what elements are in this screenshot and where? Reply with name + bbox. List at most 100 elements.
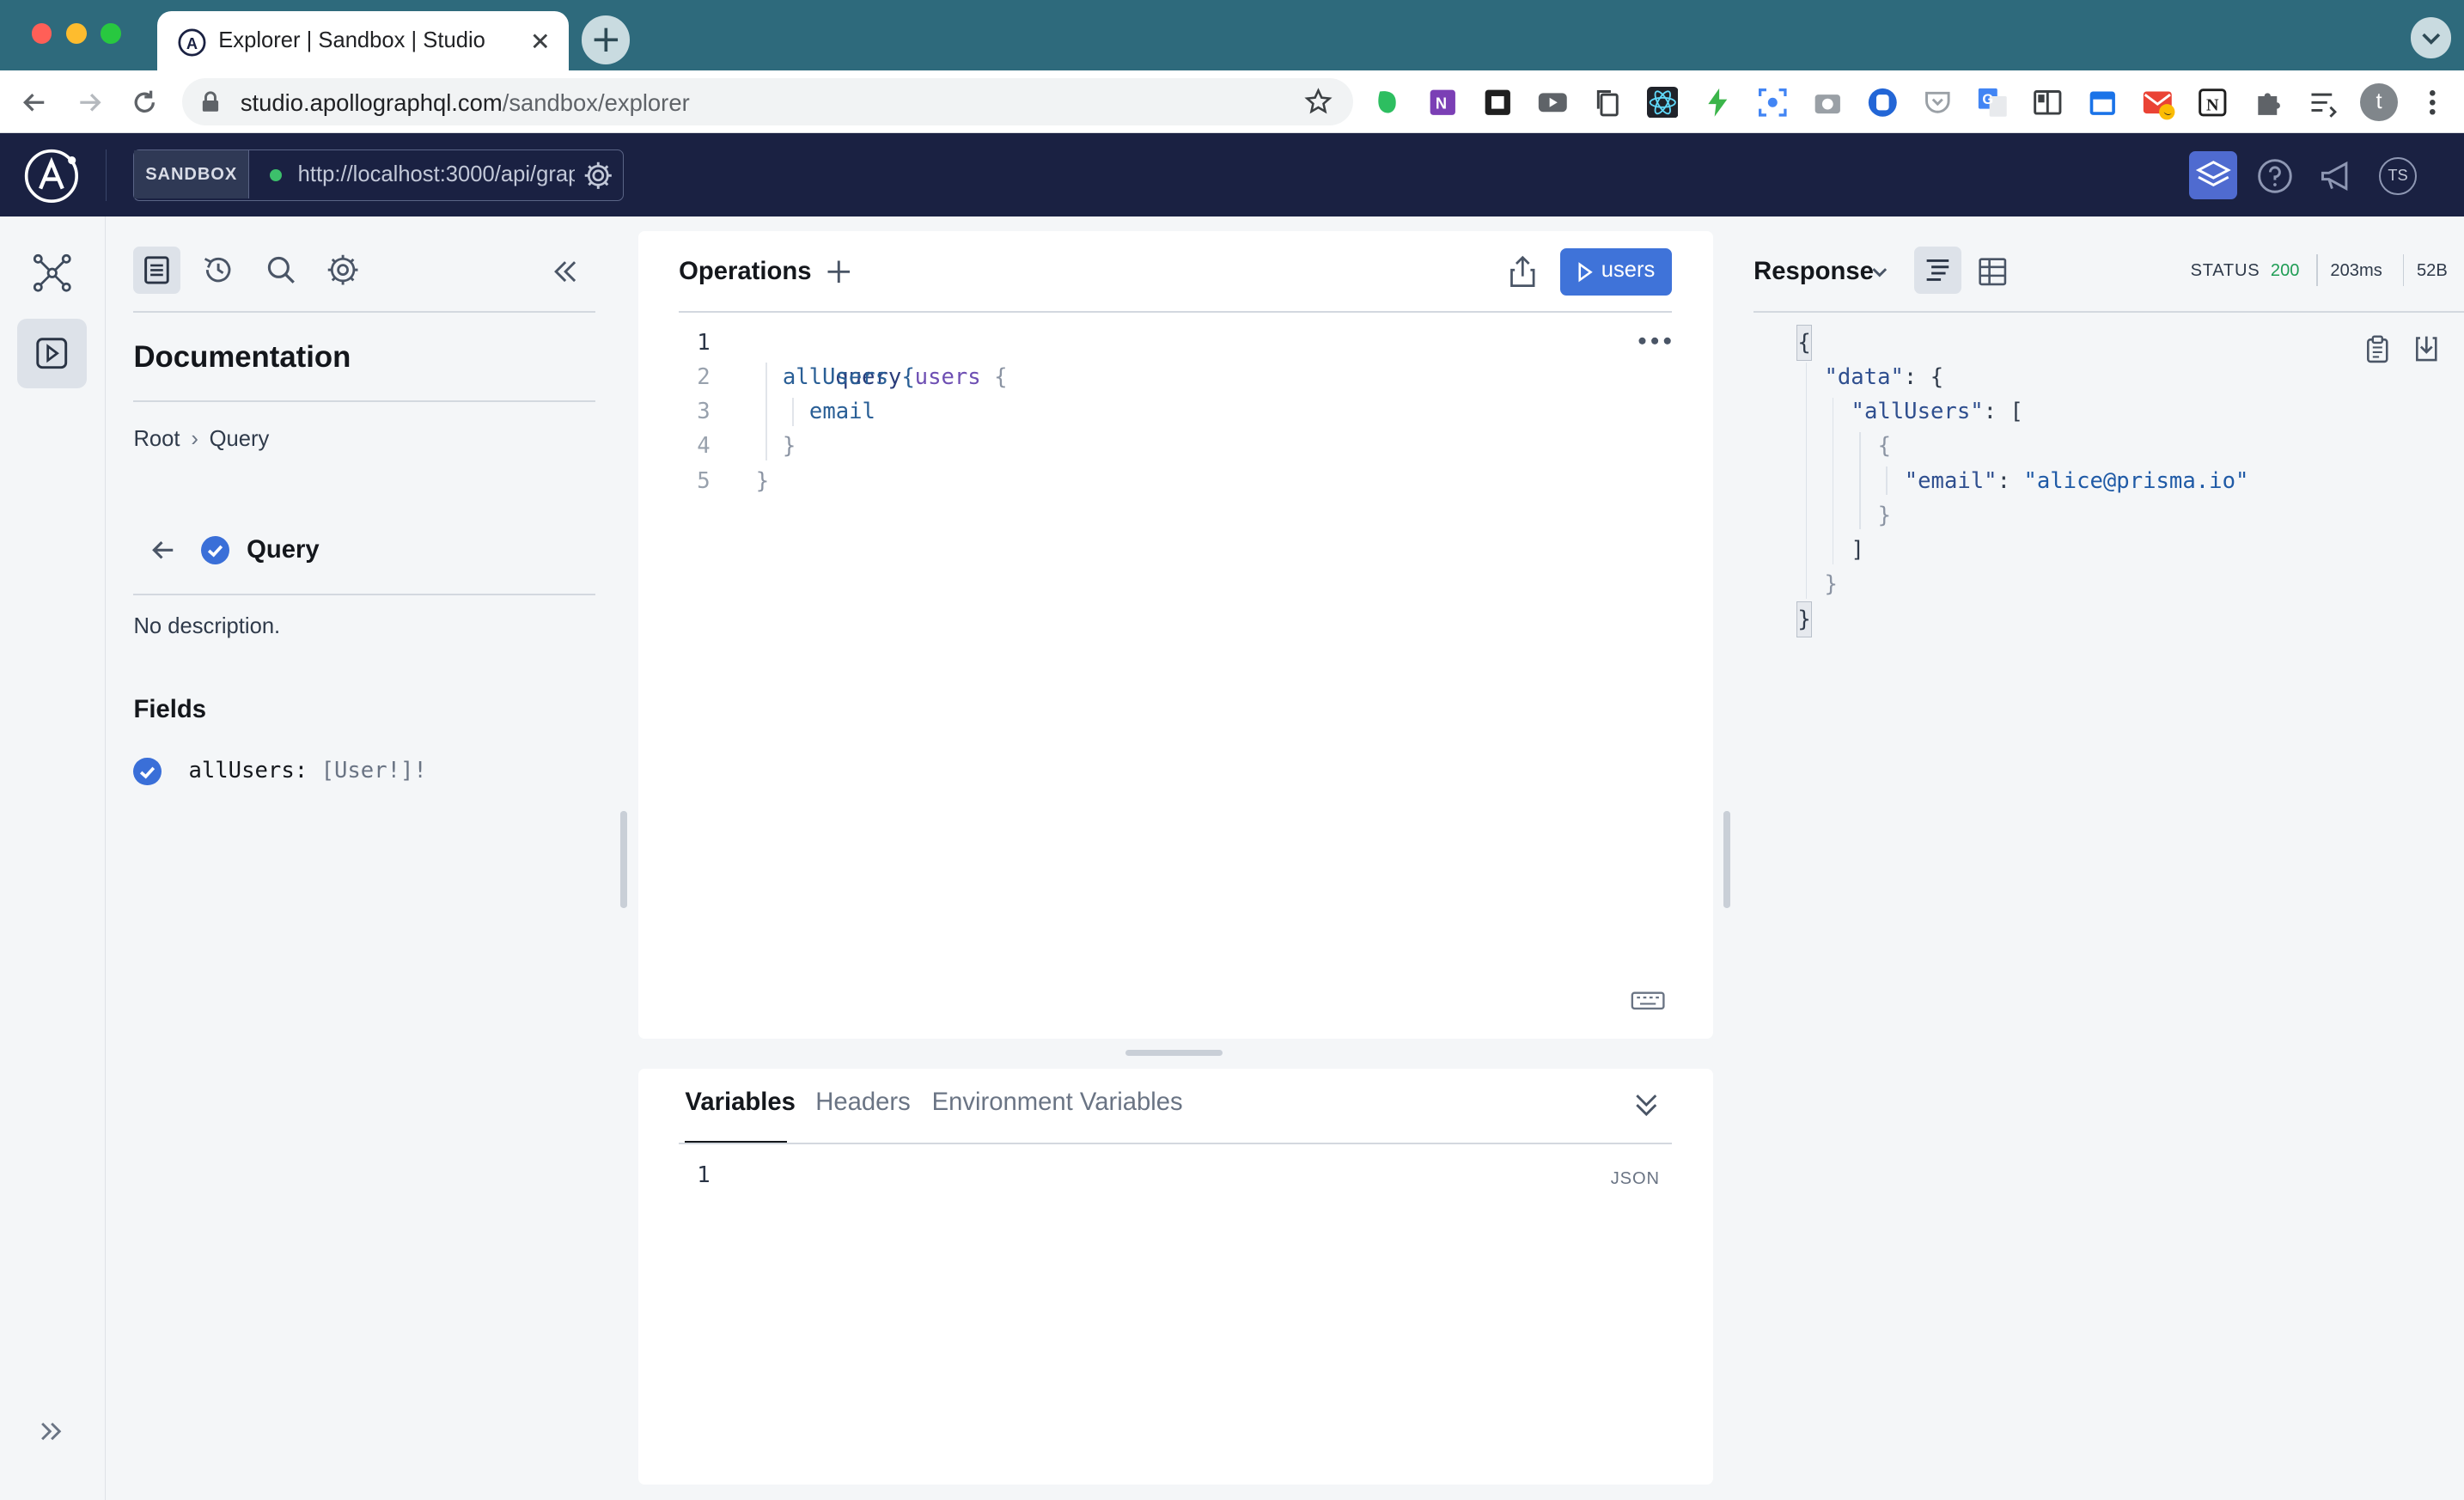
json-indent-guide bbox=[1805, 363, 1808, 599]
json-line: "data": { bbox=[1824, 360, 1943, 394]
settings-gear-icon[interactable] bbox=[326, 253, 360, 287]
explorer-mode-icon[interactable] bbox=[2188, 150, 2238, 200]
docs-resize-handle[interactable] bbox=[620, 810, 627, 909]
puzzle-extensions-icon[interactable] bbox=[2252, 87, 2284, 119]
fields-heading: Fields bbox=[133, 696, 206, 724]
tab-headers[interactable]: Headers bbox=[815, 1088, 911, 1117]
table-view-icon[interactable] bbox=[1977, 256, 2009, 288]
code-line[interactable]: email bbox=[809, 394, 875, 429]
schema-graph-icon[interactable] bbox=[32, 253, 73, 294]
forward-icon[interactable] bbox=[74, 87, 106, 119]
lightning-extension-icon[interactable] bbox=[1702, 87, 1734, 119]
explorer-nav-icon[interactable] bbox=[17, 319, 87, 388]
field-name[interactable]: allUsers: bbox=[188, 758, 308, 784]
tab-environment-variables[interactable]: Environment Variables bbox=[932, 1088, 1183, 1117]
tab-search-button[interactable] bbox=[2410, 17, 2452, 58]
breadcrumb-query[interactable]: Query bbox=[210, 427, 270, 451]
sandbox-badge: SANDBOX bbox=[134, 149, 249, 199]
close-window-button[interactable] bbox=[31, 23, 52, 45]
plus-icon bbox=[594, 27, 618, 52]
collapse-chevrons-icon[interactable] bbox=[1631, 1088, 1662, 1122]
onenote-extension-icon[interactable]: N bbox=[1427, 87, 1459, 119]
video-extension-icon[interactable] bbox=[1537, 87, 1569, 119]
apollo-favicon-icon: A bbox=[178, 28, 206, 57]
json-indent-guide bbox=[1858, 431, 1861, 530]
json-line: "email": "alice@prisma.io" bbox=[1905, 464, 2249, 498]
response-resize-handle[interactable] bbox=[1723, 810, 1730, 909]
minimize-window-button[interactable] bbox=[65, 23, 87, 45]
bookmark-star-icon[interactable] bbox=[1304, 88, 1333, 116]
apollo-logo-icon[interactable] bbox=[23, 148, 80, 204]
user-avatar[interactable]: TS bbox=[2379, 156, 2417, 195]
camera-extension-icon[interactable] bbox=[1812, 87, 1844, 119]
copy-response-icon[interactable] bbox=[2362, 333, 2394, 365]
expand-nav-icon[interactable] bbox=[34, 1414, 69, 1448]
breadcrumb-root[interactable]: Root bbox=[133, 427, 180, 451]
zoom-window-button[interactable] bbox=[101, 23, 121, 45]
json-view-icon[interactable] bbox=[1913, 247, 1961, 294]
new-tab-button[interactable] bbox=[581, 15, 631, 64]
screenshot-extension-icon[interactable] bbox=[1757, 87, 1789, 119]
square-extension-icon[interactable] bbox=[1482, 87, 1514, 119]
url-text: studio.apollographql.com/sandbox/explore… bbox=[241, 89, 690, 117]
address-bar[interactable]: studio.apollographql.com/sandbox/explore… bbox=[182, 78, 1353, 126]
url-path: /sandbox/explorer bbox=[502, 89, 690, 117]
bitwarden-extension-icon[interactable] bbox=[1867, 87, 1899, 119]
documentation-panel: Documentation Root › Query Query No descri… bbox=[105, 216, 625, 1500]
help-icon[interactable] bbox=[2256, 157, 2294, 195]
json-value-email: "alice@prisma.io" bbox=[2023, 467, 2249, 494]
react-devtools-extension-icon[interactable] bbox=[1646, 86, 1679, 119]
collapse-panel-icon[interactable] bbox=[548, 254, 582, 289]
share-icon[interactable] bbox=[1507, 254, 1539, 289]
user-initials: TS bbox=[2388, 165, 2408, 184]
new-operation-plus-icon[interactable] bbox=[823, 256, 855, 288]
translate-extension-icon[interactable]: G bbox=[1977, 87, 2009, 119]
connection-settings-icon[interactable] bbox=[582, 160, 614, 192]
code-line[interactable]: allUsers { bbox=[783, 360, 915, 394]
more-options-icon[interactable] bbox=[1638, 330, 1672, 352]
breadcrumb: Root › Query bbox=[133, 427, 269, 452]
copy-extension-icon[interactable] bbox=[1592, 87, 1624, 119]
query-checked-icon[interactable] bbox=[201, 535, 230, 564]
search-icon[interactable] bbox=[264, 253, 298, 287]
keyboard-shortcuts-icon[interactable] bbox=[1631, 990, 1666, 1012]
field-row[interactable]: allUsers: [User!]! bbox=[188, 758, 426, 784]
announcements-megaphone-icon[interactable] bbox=[2318, 157, 2356, 195]
code-line[interactable]: } bbox=[756, 464, 769, 498]
browser-menu-icon[interactable] bbox=[2417, 87, 2449, 119]
gmail-extension-icon[interactable] bbox=[2142, 87, 2175, 119]
pocket-extension-icon[interactable] bbox=[1922, 87, 1954, 119]
close-tab-icon[interactable] bbox=[529, 30, 552, 52]
json-line: "allUsers": [ bbox=[1851, 394, 2023, 429]
browser-tab[interactable]: A Explorer | Sandbox | Studio bbox=[156, 10, 570, 71]
back-arrow-icon[interactable] bbox=[148, 534, 180, 566]
editor-resize-handle[interactable] bbox=[1125, 1049, 1223, 1057]
docs-tab-icon[interactable] bbox=[133, 247, 181, 294]
download-response-icon[interactable] bbox=[2411, 333, 2443, 365]
endpoint-url[interactable]: http://localhost:3000/api/graphql bbox=[298, 162, 575, 187]
json-indent-guide bbox=[1832, 397, 1834, 564]
endpoint-selector[interactable]: SANDBOX http://localhost:3000/api/graphq… bbox=[133, 149, 625, 202]
field-type[interactable]: [User!]! bbox=[321, 758, 427, 784]
reading-list-icon[interactable] bbox=[2307, 87, 2339, 119]
response-chevron-down-icon[interactable] bbox=[1869, 261, 1891, 284]
code-line[interactable]: } bbox=[783, 429, 796, 463]
reload-icon[interactable] bbox=[129, 87, 161, 119]
reader-extension-icon[interactable] bbox=[2032, 87, 2064, 119]
history-icon[interactable] bbox=[201, 253, 235, 287]
json-line: } bbox=[1796, 601, 1812, 637]
tab-variables[interactable]: Variables bbox=[685, 1088, 795, 1117]
line-number: 3 bbox=[697, 399, 711, 425]
calendar-extension-icon[interactable] bbox=[2087, 87, 2119, 119]
status-code: 200 bbox=[2270, 260, 2300, 280]
field-checked-icon[interactable] bbox=[133, 757, 162, 786]
back-icon[interactable] bbox=[19, 87, 51, 119]
response-title[interactable]: Response bbox=[1753, 258, 1874, 286]
evernote-extension-icon[interactable] bbox=[1372, 87, 1404, 119]
chevron-down-icon bbox=[2422, 33, 2440, 45]
profile-avatar[interactable]: t bbox=[2360, 82, 2399, 121]
json-line: { bbox=[1877, 433, 1892, 460]
run-query-button[interactable]: users bbox=[1560, 247, 1673, 296]
notion-extension-icon[interactable]: N bbox=[2197, 87, 2229, 119]
studio-header: SANDBOX http://localhost:3000/api/graphq… bbox=[0, 133, 2464, 217]
